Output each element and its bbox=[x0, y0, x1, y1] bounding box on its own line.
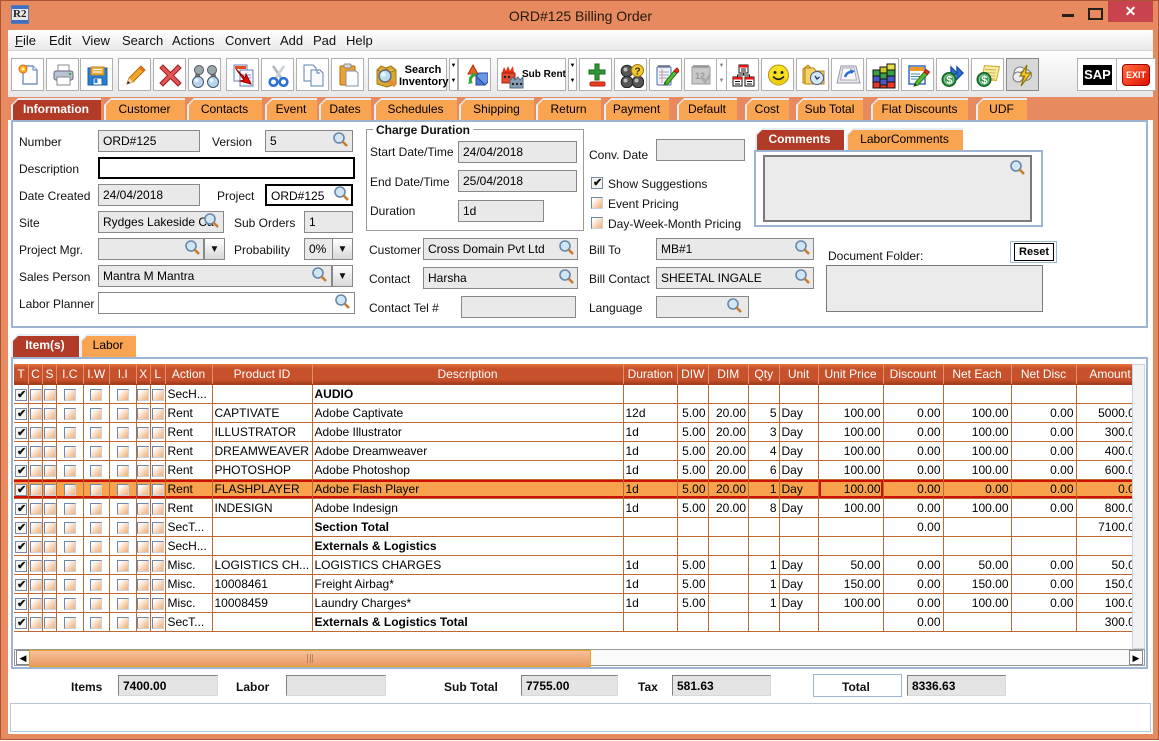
svg-text:$: $ bbox=[946, 75, 952, 87]
svg-text:$: $ bbox=[981, 75, 987, 87]
svg-text:?: ? bbox=[635, 67, 641, 78]
